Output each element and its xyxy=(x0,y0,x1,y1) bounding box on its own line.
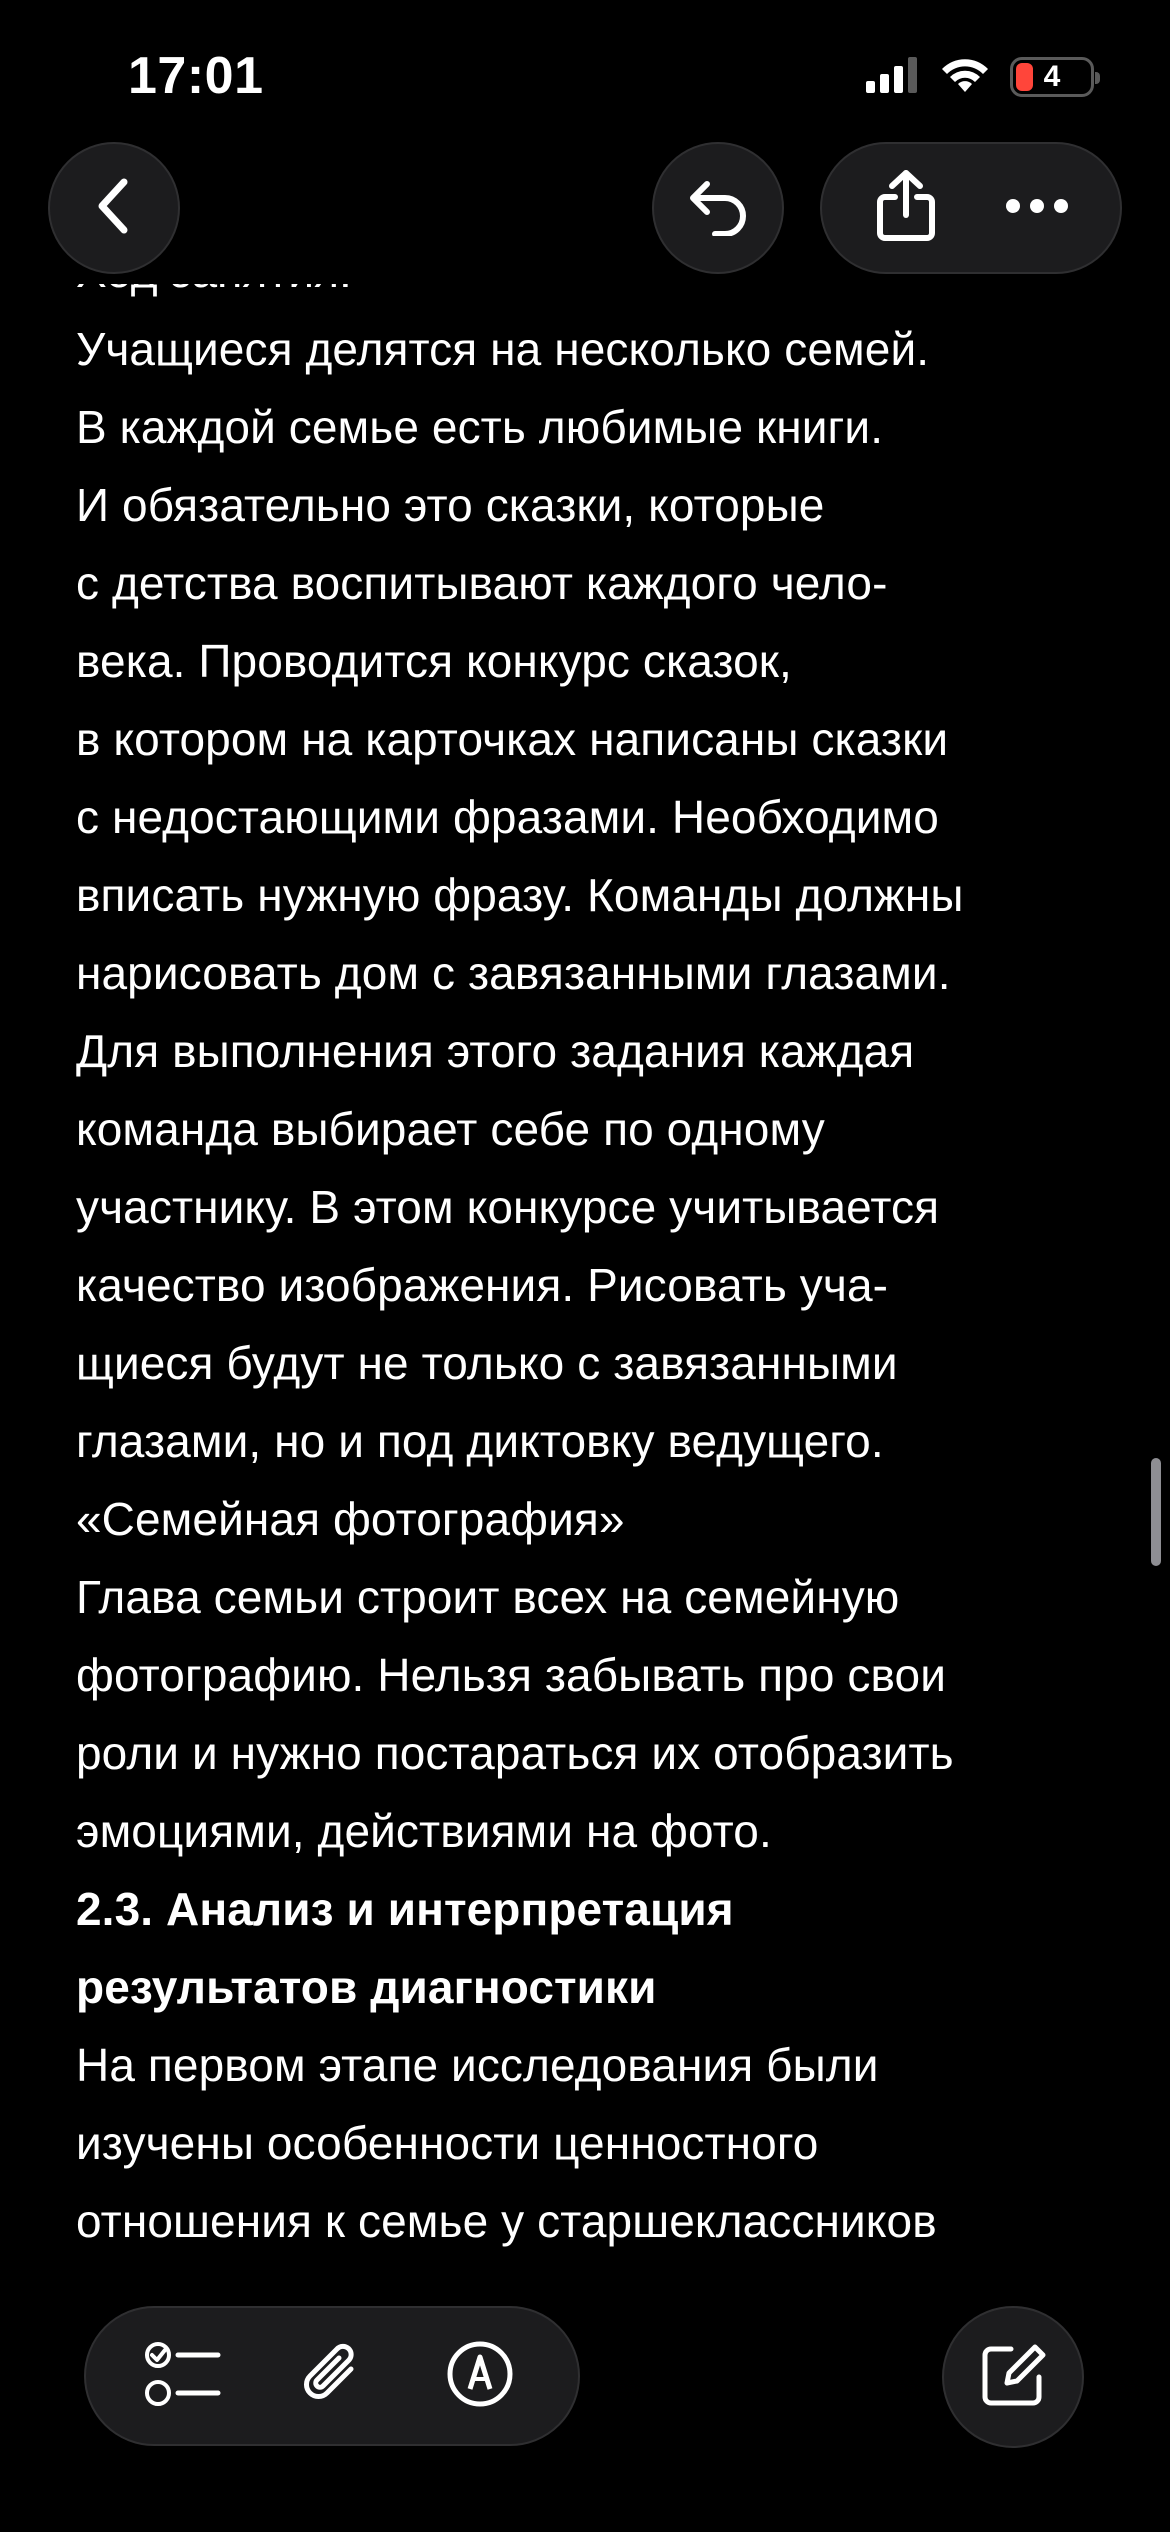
note-line: участнику. В этом конкурсе учитывается xyxy=(76,1181,940,1233)
note-body[interactable]: Ход занятия: Учащиеся делятся на несколь… xyxy=(76,284,1116,2274)
status-bar: 17:01 4 xyxy=(0,0,1170,150)
section-heading-line: результатов диагностики xyxy=(76,1961,657,2013)
battery-level: 4 xyxy=(1043,60,1061,93)
undo-icon xyxy=(685,176,751,241)
note-line: щиеся будут не только с завязанными xyxy=(76,1337,898,1389)
bottom-toolbar xyxy=(84,2306,580,2446)
wifi-icon xyxy=(940,56,990,99)
status-time: 17:01 xyxy=(128,47,264,105)
note-line: команда выбирает себе по одному xyxy=(76,1103,825,1155)
section-heading-line: 2.3. Анализ и интерпретация xyxy=(76,1883,734,1935)
markup-button[interactable] xyxy=(425,2321,535,2431)
note-line: века. Проводится конкурс сказок, xyxy=(76,635,792,687)
note-line: отношения к семье у старшеклассников xyxy=(76,2195,937,2247)
note-line: с детства воспитывают каждого чело- xyxy=(76,557,888,609)
share-icon xyxy=(875,169,937,248)
compose-icon xyxy=(977,2339,1049,2416)
attachment-icon xyxy=(299,2339,365,2414)
note-line: нарисовать дом с завязанными глазами. xyxy=(76,947,951,999)
note-line: Учащиеся делятся на несколько семей. xyxy=(76,323,930,375)
note-text: Учащиеся делятся на несколько семей. В ка… xyxy=(76,310,1116,2260)
more-icon xyxy=(1005,198,1069,219)
note-line: изучены особенности ценностного xyxy=(76,2117,819,2169)
back-button[interactable] xyxy=(48,142,180,274)
note-line: качество изображения. Рисовать уча- xyxy=(76,1259,889,1311)
note-line: с недостающими фразами. Необходимо xyxy=(76,791,939,843)
attachment-button[interactable] xyxy=(277,2321,387,2431)
note-line: эмоциями, действиями на фото. xyxy=(76,1805,772,1857)
note-actions-group xyxy=(820,142,1122,274)
cellular-signal-icon xyxy=(866,56,920,98)
note-line: роли и нужно постараться их отобразить xyxy=(76,1727,954,1779)
back-icon xyxy=(90,176,138,241)
checklist-button[interactable] xyxy=(129,2321,239,2431)
status-icons: 4 xyxy=(866,54,1100,100)
note-line: «Семейная фотография» xyxy=(76,1493,625,1545)
note-line: фотографию. Нельзя забывать про свои xyxy=(76,1649,947,1701)
note-line: Глава семьи строит всех на семейную xyxy=(76,1571,900,1623)
note-line: глазами, но и под диктовку ведущего. xyxy=(76,1415,884,1467)
markup-icon xyxy=(445,2339,515,2414)
checklist-icon xyxy=(144,2339,224,2414)
share-button[interactable] xyxy=(851,153,961,263)
note-line: Для выполнения этого задания каждая xyxy=(76,1025,915,1077)
compose-button[interactable] xyxy=(942,2306,1084,2448)
battery-nub xyxy=(1095,72,1100,84)
note-line: На первом этапе исследования были xyxy=(76,2039,879,2091)
note-line: в котором на карточках написаны сказки xyxy=(76,713,949,765)
note-line: И обязательно это сказки, которые xyxy=(76,479,825,531)
cutoff-heading: Ход занятия: xyxy=(76,284,352,310)
scroll-indicator[interactable] xyxy=(1151,1458,1161,1566)
more-button[interactable] xyxy=(982,153,1092,263)
note-line: вписать нужную фразу. Команды должны xyxy=(76,869,964,921)
undo-button[interactable] xyxy=(652,142,784,274)
battery-fill xyxy=(1016,63,1034,91)
battery-icon: 4 xyxy=(1010,57,1100,97)
note-line: В каждой семье есть любимые книги. xyxy=(76,401,884,453)
